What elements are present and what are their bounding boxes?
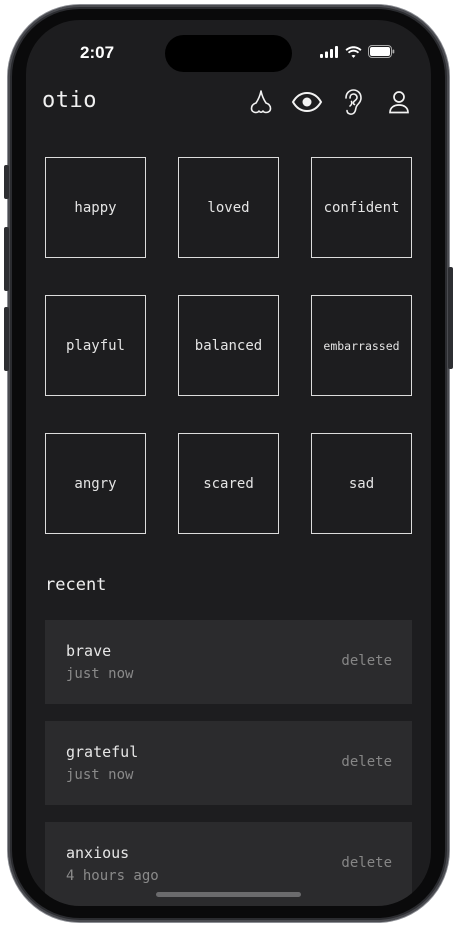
nose-icon[interactable] (245, 88, 277, 116)
emotion-grid: happy loved confident playful balanced e… (45, 157, 412, 534)
emotion-tile-confident[interactable]: confident (311, 157, 412, 258)
recent-item-time: just now (66, 767, 134, 783)
recent-item[interactable]: brave just now delete (45, 620, 412, 704)
profile-icon[interactable] (383, 88, 415, 116)
action-button (4, 165, 9, 199)
eye-icon[interactable] (291, 88, 323, 116)
header-nav (245, 88, 415, 116)
recent-list: brave just now delete grateful just now … (45, 620, 412, 906)
volume-up-button (4, 227, 9, 291)
battery-icon (368, 45, 395, 58)
delete-button[interactable]: delete (341, 754, 392, 770)
home-indicator[interactable] (156, 892, 301, 897)
status-icons (320, 45, 395, 58)
app-screen: 2:07 otio happy loved confident playful … (26, 20, 431, 906)
emotion-tile-happy[interactable]: happy (45, 157, 146, 258)
emotion-tile-sad[interactable]: sad (311, 433, 412, 534)
delete-button[interactable]: delete (341, 855, 392, 871)
recent-item[interactable]: grateful just now delete (45, 721, 412, 805)
emotion-tile-embarrassed[interactable]: embarrassed (311, 295, 412, 396)
ear-icon[interactable] (337, 88, 369, 116)
recent-item-name: grateful (66, 743, 139, 761)
emotion-tile-angry[interactable]: angry (45, 433, 146, 534)
app-title: otio (42, 88, 97, 113)
recent-item-name: brave (66, 642, 112, 660)
emotion-tile-playful[interactable]: playful (45, 295, 146, 396)
emotion-tile-balanced[interactable]: balanced (178, 295, 279, 396)
status-time: 2:07 (80, 43, 115, 62)
wifi-icon (345, 45, 362, 58)
volume-down-button (4, 307, 9, 371)
delete-button[interactable]: delete (341, 653, 392, 669)
recent-item-name: anxious (66, 844, 130, 862)
recent-item-time: 4 hours ago (66, 868, 159, 884)
emotion-tile-loved[interactable]: loved (178, 157, 279, 258)
power-button (448, 267, 453, 369)
dynamic-island (165, 35, 292, 72)
recent-heading: recent (45, 575, 107, 595)
cellular-signal-icon (320, 45, 338, 58)
emotion-tile-scared[interactable]: scared (178, 433, 279, 534)
recent-item-time: just now (66, 666, 134, 682)
